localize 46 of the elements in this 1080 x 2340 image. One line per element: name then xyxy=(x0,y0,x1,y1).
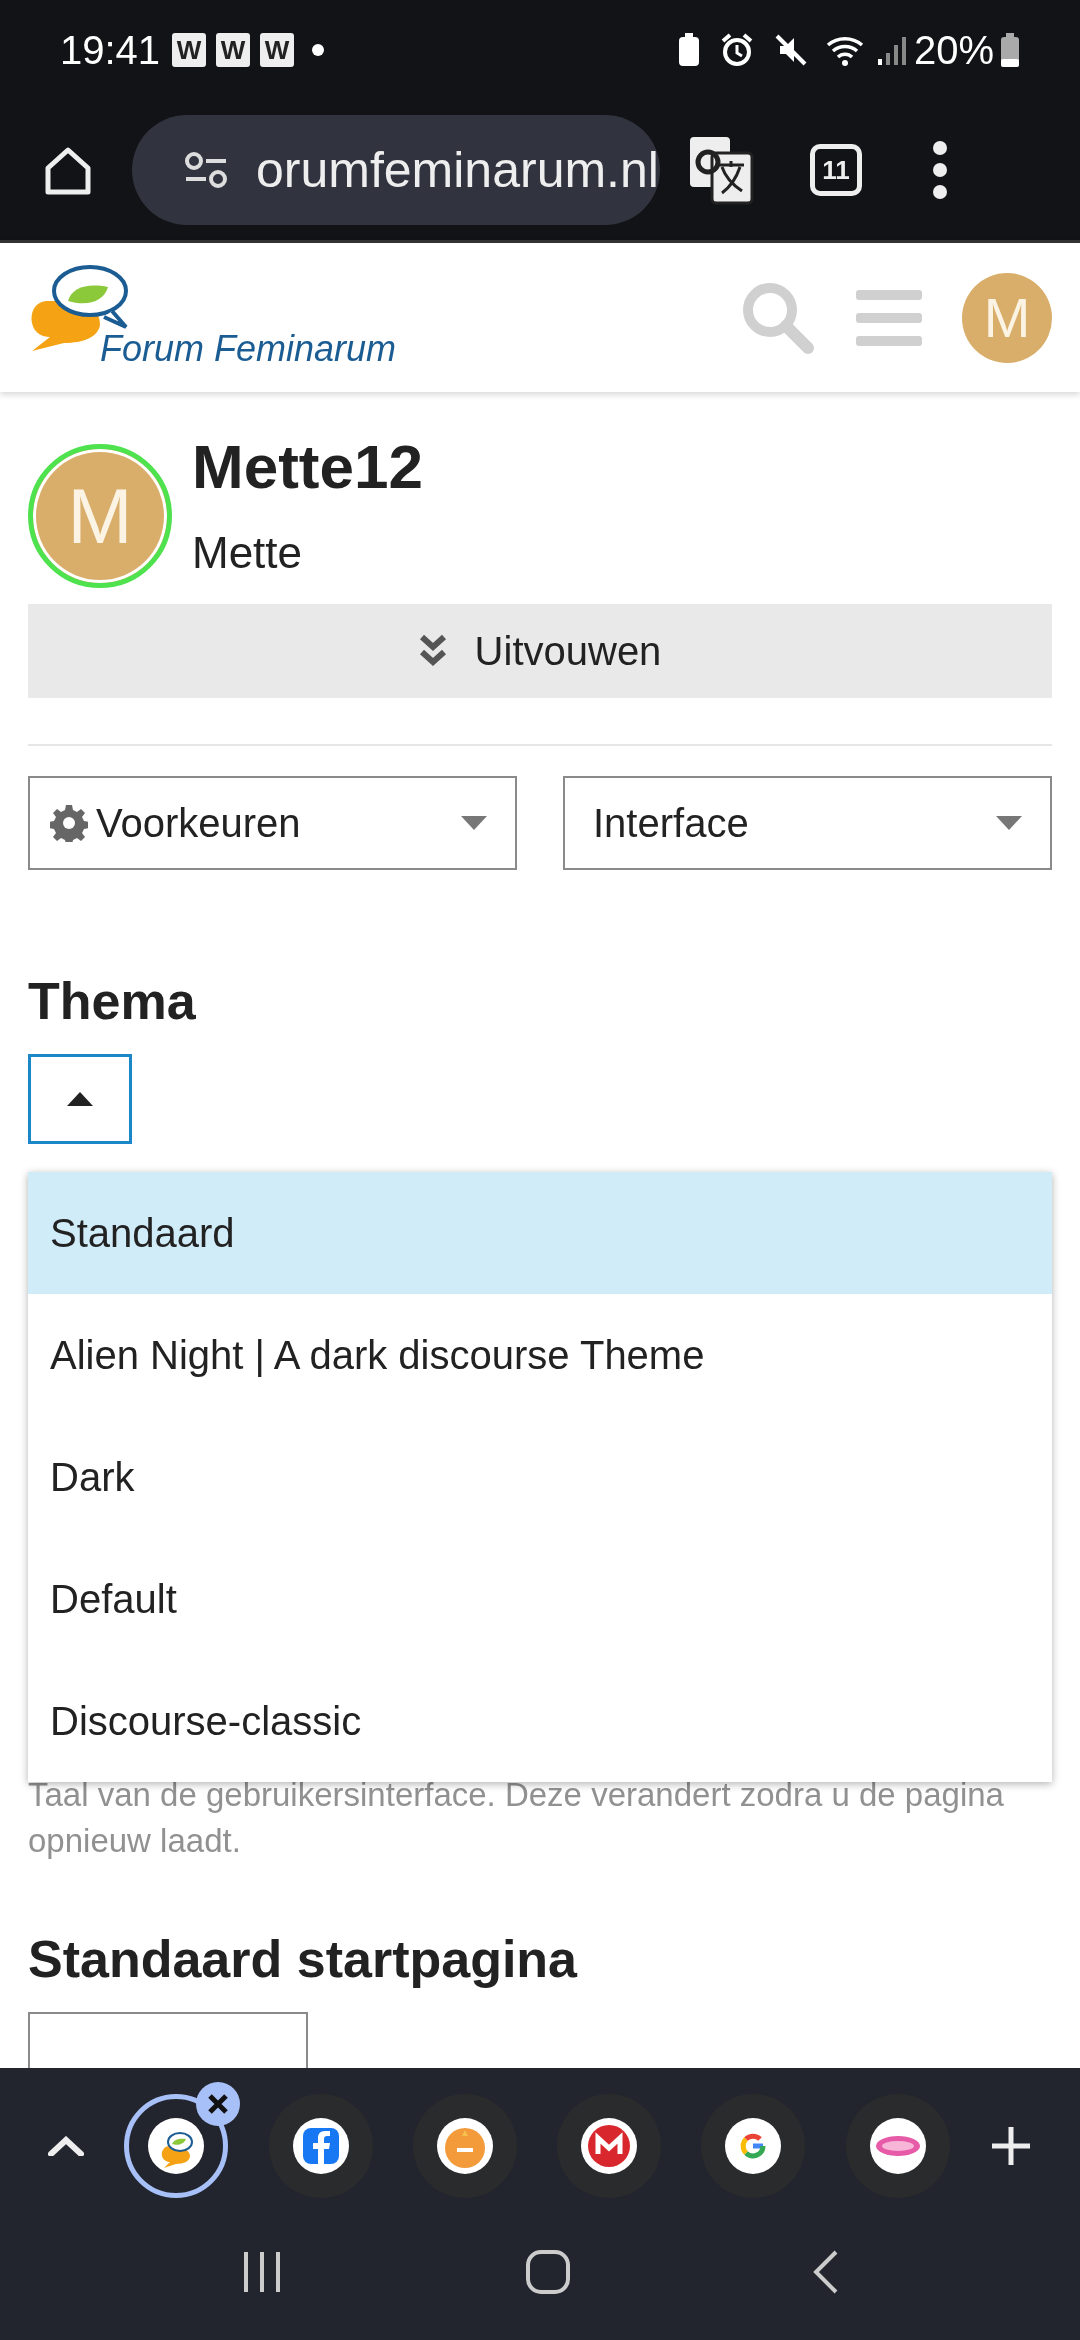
mega-tab-icon xyxy=(581,2117,638,2174)
notification-icon: W xyxy=(260,33,295,67)
theme-option[interactable]: Alien Night | A dark discourse Theme xyxy=(28,1294,1052,1416)
expand-button[interactable]: Uitvouwen xyxy=(28,604,1052,698)
mute-icon xyxy=(773,33,808,67)
section-dropdown[interactable]: Interface xyxy=(563,776,1052,870)
double-chevron-icon xyxy=(418,634,447,668)
dot-icon xyxy=(312,44,325,56)
section-heading: Thema xyxy=(28,971,197,1032)
site-settings-icon xyxy=(184,150,228,190)
caret-down-icon xyxy=(461,816,487,830)
translate-icon[interactable] xyxy=(688,135,754,205)
notification-icon: W xyxy=(216,33,251,67)
section-heading: Standaard startpagina xyxy=(28,1929,579,1991)
theme-option[interactable]: Dark xyxy=(28,1416,1052,1538)
url-text: orumfeminarum.nl xyxy=(256,140,659,200)
notification-icon: W xyxy=(172,33,207,67)
battery-percentage: 20% xyxy=(913,27,994,74)
back-icon[interactable] xyxy=(811,2248,840,2295)
google-tab-icon xyxy=(725,2117,782,2174)
forum-tab-icon xyxy=(148,2117,205,2174)
logo-text: Forum Feminarum xyxy=(100,330,397,367)
clock-time: 19:41 xyxy=(60,27,161,74)
address-bar[interactable]: orumfeminarum.nl xyxy=(132,115,660,225)
tab-switcher-button[interactable]: 11 xyxy=(810,144,862,196)
theme-dropdown-toggle[interactable] xyxy=(28,1054,132,1144)
close-icon[interactable] xyxy=(196,2081,241,2126)
theme-option[interactable]: Standaard xyxy=(28,1172,1052,1294)
battery-saver-icon xyxy=(677,33,700,67)
plus-icon[interactable] xyxy=(989,2124,1032,2167)
caret-down-icon xyxy=(996,816,1022,830)
caret-up-icon xyxy=(67,1092,93,1106)
username: Mette12 xyxy=(192,436,423,498)
display-name: Mette xyxy=(192,527,304,579)
facebook-tab-icon xyxy=(292,2117,349,2174)
theme-option[interactable]: Discourse-classic xyxy=(28,1660,1052,1782)
alarm-icon xyxy=(719,33,754,67)
forum-logo[interactable]: Forum Feminarum xyxy=(28,262,398,373)
profile-avatar: M xyxy=(28,444,172,588)
section-dropdown[interactable]: Voorkeuren xyxy=(28,776,517,870)
chevron-up-icon[interactable] xyxy=(48,2135,84,2156)
gear-icon xyxy=(50,804,88,842)
home-button-icon[interactable] xyxy=(525,2248,571,2295)
battery-icon xyxy=(1000,33,1020,67)
theme-option[interactable]: Default xyxy=(28,1538,1052,1660)
more-icon[interactable] xyxy=(932,140,948,200)
